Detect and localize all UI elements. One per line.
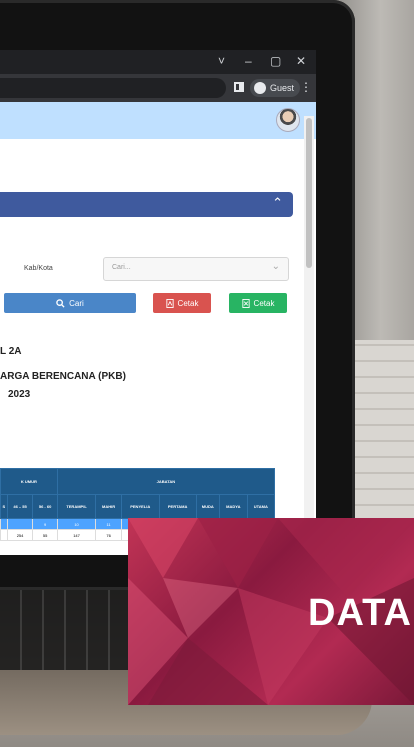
side-panel-icon[interactable] [234, 82, 244, 92]
profile-button[interactable]: Guest [250, 79, 301, 97]
table-group-header: JABATAN [56, 468, 276, 495]
table-column-header: PERTAMA [158, 494, 197, 519]
banner-title: DATA [308, 592, 412, 634]
table-cell: 76 [95, 529, 122, 541]
table-column-header: 46 – 55 [6, 494, 34, 519]
table-column-header: S [0, 494, 8, 519]
table-cell [6, 518, 34, 530]
report-title-line-3: 2023 [8, 389, 31, 400]
chevron-up-icon[interactable]: ⌃ [272, 195, 283, 211]
keyboard [0, 590, 140, 670]
table-cell: 10 [56, 518, 97, 530]
tab-search-icon[interactable]: ˅ [218, 54, 225, 68]
browser-title-bar: ˅ – ▢ ✕ [0, 50, 316, 74]
report-title-line-1: L 2A [0, 346, 22, 357]
table-cell: 147 [56, 529, 97, 541]
table-column-header: MUDA [195, 494, 221, 519]
app-header [0, 102, 316, 139]
table-column-header: PENYELIA [120, 494, 160, 519]
print-pdf-label: Cetak [177, 298, 199, 308]
print-excel-button[interactable]: Cetak [229, 293, 287, 313]
profile-label: Guest [270, 83, 295, 93]
profile-icon [254, 82, 266, 94]
search-button-label: Cari [69, 298, 84, 308]
user-avatar[interactable] [276, 108, 300, 132]
browser-toolbar: Guest ⋮ [0, 74, 316, 102]
table-column-header: TERAMPIL [56, 494, 97, 519]
table-column-header: 56 - 60 [32, 494, 58, 519]
table-cell [0, 518, 8, 530]
address-bar[interactable] [0, 78, 226, 98]
kab-kota-label: Kab/Kota [24, 265, 53, 272]
table-column-header: UTAMA [246, 494, 276, 519]
scrollbar-thumb[interactable] [306, 118, 312, 268]
filter-panel-header[interactable]: ⌃ [0, 192, 293, 217]
kab-kota-select[interactable]: Cari... ⌄ [103, 257, 289, 281]
table-cell: 254 [6, 529, 34, 541]
table-group-header: K UMUR [0, 468, 58, 495]
chevron-down-icon: ⌄ [271, 261, 280, 272]
table-cell [0, 529, 8, 541]
print-pdf-button[interactable]: Cetak [153, 293, 211, 313]
maximize-icon[interactable]: ▢ [270, 54, 281, 68]
pdf-icon [165, 298, 174, 308]
table-cell: 55 [32, 529, 58, 541]
select-placeholder: Cari... [112, 264, 131, 271]
search-button[interactable]: Cari [4, 293, 136, 313]
table-column-header: MADYA [219, 494, 248, 519]
table-cell: 11 [95, 518, 122, 530]
report-title-line-2: ARGA BERENCANA (PKB) [0, 371, 126, 382]
search-icon [56, 298, 65, 308]
print-excel-label: Cetak [253, 298, 275, 308]
table-cell: 9 [32, 518, 58, 530]
close-icon[interactable]: ✕ [296, 54, 306, 68]
data-banner: DATA [128, 518, 414, 705]
table-column-header: MAHIR [95, 494, 122, 519]
excel-icon [241, 298, 250, 308]
minimize-icon[interactable]: – [245, 54, 252, 68]
menu-icon[interactable]: ⋮ [300, 80, 312, 94]
